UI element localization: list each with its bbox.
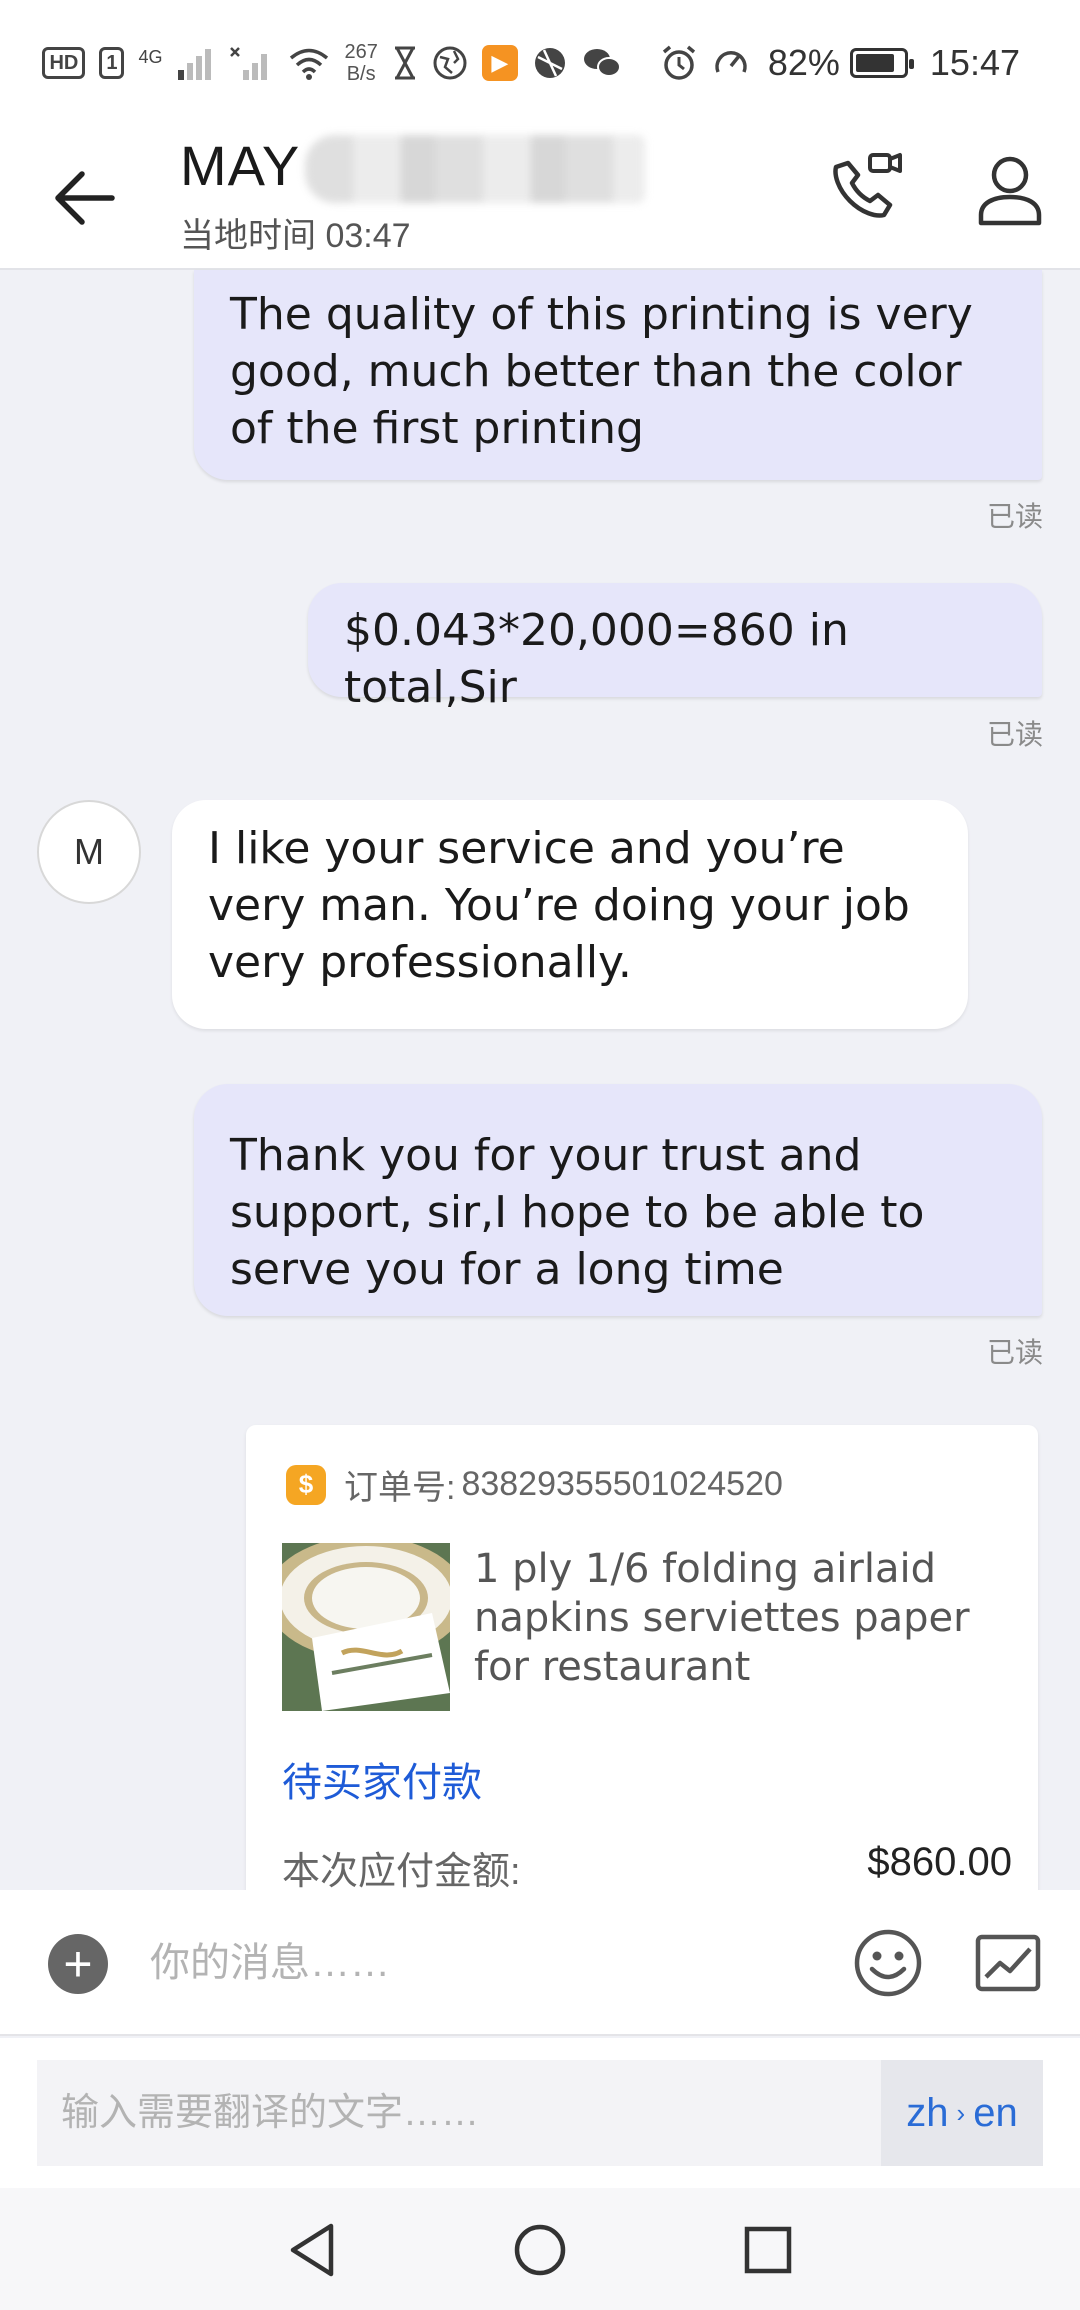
signal-no-service-icon: [230, 46, 268, 80]
translate-bar: zh › en: [0, 2038, 1080, 2188]
translate-input[interactable]: [37, 2060, 881, 2166]
read-receipt: 已读: [986, 719, 1043, 750]
status-bar: HD 1 4G 267 B/s ▶ 82% 15:47: [0, 0, 1080, 125]
language-switch-button[interactable]: zh › en: [881, 2060, 1043, 2166]
sim-slot-badge: 1: [99, 46, 125, 79]
message-text: I like your service and you’re very man.…: [208, 823, 910, 988]
network-type-label: 4G: [138, 46, 163, 67]
alarm-icon: [662, 45, 695, 80]
message-bubble-incoming[interactable]: I like your service and you’re very man.…: [172, 800, 968, 1029]
hd-badge: HD: [42, 46, 86, 79]
product-title[interactable]: 1 ply 1/6 folding airlaid napkins servie…: [474, 1545, 1014, 1692]
avatar[interactable]: M: [37, 800, 141, 904]
message-input[interactable]: [150, 1926, 810, 2000]
target-language: en: [973, 2090, 1018, 2135]
profile-icon[interactable]: [965, 145, 1055, 235]
wechat-icon: [583, 48, 621, 77]
speedometer-icon: [715, 50, 747, 73]
order-header: $ 订单号: 83829355501024520: [286, 1460, 783, 1509]
video-app-icon: ▶: [481, 44, 518, 81]
hourglass-icon: [394, 46, 415, 79]
network-speed: 267 B/s: [344, 41, 377, 85]
order-number: 83829355501024520: [461, 1465, 783, 1503]
message-bubble-outgoing[interactable]: The quality of this printing is very goo…: [194, 270, 1042, 480]
message-text: The quality of this printing is very goo…: [230, 289, 973, 454]
chevron-right-icon: ›: [956, 2097, 966, 2128]
clock: 15:47: [929, 41, 1020, 83]
read-receipt: 已读: [986, 501, 1043, 532]
battery-icon: [849, 47, 914, 78]
contact-local-time: 当地时间 03:47: [180, 217, 411, 255]
nav-home-icon[interactable]: [512, 2222, 568, 2278]
contact-name: MAY: [180, 134, 301, 197]
message-bubble-outgoing[interactable]: $0.043*20,000=860 in total,Sir: [308, 583, 1042, 713]
back-arrow-icon[interactable]: [50, 163, 120, 233]
product-image[interactable]: [282, 1543, 450, 1711]
status-icons: HD 1 4G 267 B/s ▶: [42, 41, 749, 85]
system-navbar: [0, 2188, 1080, 2310]
message-text: $0.043*20,000=860 in total,Sir: [344, 605, 849, 713]
nav-recent-icon[interactable]: [742, 2224, 794, 2276]
message-text: Thank you for your trust and support, si…: [230, 1130, 925, 1295]
redacted-name: [305, 135, 645, 203]
globe-icon: [433, 46, 467, 79]
network-speed-unit: B/s: [346, 62, 376, 85]
image-icon[interactable]: [972, 1927, 1044, 1999]
plus-icon[interactable]: +: [48, 1934, 108, 1994]
order-card[interactable]: $ 订单号: 83829355501024520 1 ply 1/6 foldi…: [246, 1425, 1038, 1925]
emoji-icon[interactable]: [852, 1927, 924, 1999]
chat-header: MAY 当地时间 03:47: [0, 125, 1080, 270]
signal-icon: [178, 48, 212, 80]
read-receipt: 已读: [986, 1337, 1043, 1368]
source-language: zh: [906, 2090, 949, 2135]
video-call-icon[interactable]: [820, 145, 910, 235]
wifi-icon: [290, 48, 329, 80]
amount-label: 本次应付金额:: [282, 1851, 521, 1893]
order-number-label: 订单号:: [344, 1469, 456, 1507]
order-status[interactable]: 待买家付款: [282, 1750, 482, 1808]
ball-app-icon: [534, 47, 565, 78]
network-speed-value: 267: [344, 40, 378, 63]
battery-level: [855, 53, 894, 72]
message-composer: +: [0, 1890, 1080, 2036]
amount-value: $860.00: [867, 1840, 1012, 1884]
battery-percent: 82%: [767, 41, 840, 83]
nav-back-icon[interactable]: [285, 2220, 341, 2280]
avatar-letter: M: [74, 831, 104, 872]
napkin-plate-image: [282, 1543, 450, 1711]
message-bubble-outgoing[interactable]: Thank you for your trust and support, si…: [194, 1084, 1042, 1316]
order-icon: $: [286, 1464, 326, 1505]
